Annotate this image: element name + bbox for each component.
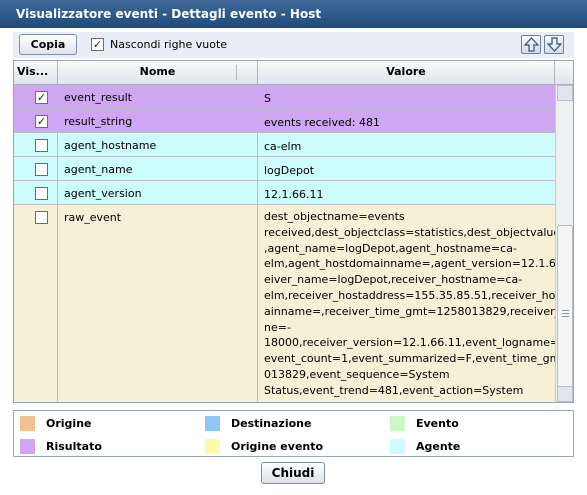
legend-swatch [390,416,405,431]
field-value: logDepot [264,164,315,177]
scroll-down-button[interactable] [557,386,573,402]
row-visible-checkbox[interactable] [35,139,48,152]
table-row[interactable]: agent_name logDepot [14,157,555,181]
legend-swatch [205,416,220,431]
field-name: result_string [58,109,258,132]
column-header-visible[interactable]: Vis... [14,61,58,84]
table-row[interactable]: raw_event dest_objectname=events receive… [14,205,555,402]
field-name: agent_hostname [58,133,258,156]
legend-swatch [390,439,405,454]
legend-swatch [20,439,35,454]
scroll-up-button[interactable] [557,85,573,101]
field-value: dest_objectname=events received,dest_obj… [264,210,555,397]
legend-label: Destinazione [231,417,312,430]
arrow-up-icon [524,37,539,52]
field-value: events received: 481 [264,116,380,129]
legend-swatch [205,439,220,454]
vertical-scrollbar[interactable] [555,85,573,402]
legend-label: Risultato [46,440,102,453]
field-name: agent_version [58,181,258,204]
copy-button[interactable]: Copia [19,34,77,55]
table-row[interactable]: agent_version 12.1.66.11 [14,181,555,205]
row-visible-checkbox[interactable] [35,163,48,176]
close-button[interactable]: Chiudi [261,462,325,484]
row-visible-checkbox[interactable]: ✓ [35,91,48,104]
legend-swatch [20,416,35,431]
table-header: Vis... Nome Valore [14,61,573,85]
toolbar: Copia ✓ Nascondi righe vuote [13,32,574,58]
field-value: ca-elm [264,140,302,153]
move-up-button[interactable] [521,35,541,54]
column-divider [236,65,237,80]
hide-empty-rows-label: Nascondi righe vuote [110,38,228,51]
row-visible-checkbox[interactable] [35,187,48,200]
window-title: Visualizzatore eventi - Dettagli evento … [0,0,587,28]
field-name: raw_event [58,205,258,402]
legend-label: Origine evento [231,440,324,453]
event-details-table: Vis... Nome Valore ✓ event_result S ✓ re… [13,60,574,403]
field-name: agent_name [58,157,258,180]
table-row[interactable]: ✓ result_string events received: 481 [14,109,555,133]
field-value: 12.1.66.11 [264,188,324,201]
table-row[interactable]: ✓ event_result S [14,85,555,109]
legend-label: Origine [46,417,92,430]
hide-empty-rows-checkbox[interactable]: ✓ [91,38,104,51]
table-row[interactable]: agent_hostname ca-elm [14,133,555,157]
column-header-name[interactable]: Nome [58,61,258,84]
arrow-down-icon [547,37,562,52]
row-visible-checkbox[interactable] [35,211,48,224]
field-value: S [264,92,271,105]
scrollbar-thumb[interactable] [557,225,573,402]
field-name: event_result [58,85,258,108]
move-down-button[interactable] [544,35,564,54]
column-header-value[interactable]: Valore [258,61,555,84]
legend-label: Evento [416,417,459,430]
legend-label: Agente [416,440,461,453]
color-legend: Origine Destinazione Evento Risultato Or… [13,410,574,457]
row-visible-checkbox[interactable]: ✓ [35,115,48,128]
